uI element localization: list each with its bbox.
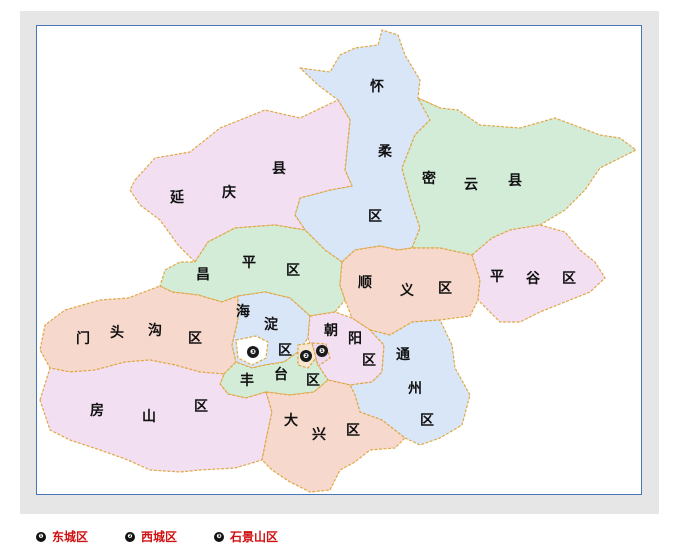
legend-label-xicheng: 西城区 (141, 530, 178, 544)
label-haidian-1: 海 (236, 304, 250, 320)
label-tongzhou-3: 区 (420, 413, 434, 429)
label-mentougou-2: 头 (110, 325, 124, 341)
label-mentougou-3: 沟 (148, 323, 162, 339)
label-yanqing-2: 庆 (222, 185, 236, 201)
label-tongzhou-2: 州 (408, 381, 422, 397)
legend-item-xicheng: ❷ 西城区 (125, 528, 177, 545)
label-shunyi-3: 区 (438, 281, 452, 297)
label-miyun-3: 县 (508, 173, 522, 189)
label-pinggu-2: 谷 (526, 271, 540, 287)
label-pinggu-3: 区 (562, 271, 576, 287)
label-changping-1: 昌 (196, 267, 210, 283)
label-haidian-2: 淀 (264, 317, 278, 333)
label-changping-3: 区 (286, 263, 300, 279)
label-tongzhou-1: 通 (396, 347, 410, 363)
legend-dot-3: ❸ (214, 531, 224, 542)
label-fengtai-2: 台 (274, 367, 288, 383)
label-fengtai-3: 区 (306, 373, 320, 389)
label-fengtai-1: 丰 (240, 373, 254, 389)
label-pinggu-1: 平 (490, 269, 504, 285)
label-daxing-3: 区 (346, 423, 360, 439)
label-fangshan-1: 房 (90, 403, 104, 419)
legend-item-shijingshan: ❸ 石景山区 (214, 528, 278, 545)
label-mentougou-4: 区 (188, 331, 202, 347)
label-yanqing-1: 延 (170, 190, 184, 206)
label-mentougou-1: 门 (76, 331, 90, 347)
label-miyun-1: 密 (422, 171, 436, 187)
label-fangshan-2: 山 (142, 409, 156, 425)
legend-item-dongcheng: ❶ 东城区 (36, 528, 88, 545)
legend-label-dongcheng: 东城区 (52, 530, 89, 544)
label-daxing-1: 大 (284, 413, 298, 429)
label-huairou-1: 怀 (370, 79, 384, 95)
label-changping-2: 平 (242, 255, 256, 271)
label-chaoyang-1: 朝 (324, 323, 338, 339)
label-yanqing-3: 县 (272, 161, 286, 177)
label-chaoyang-2: 阳 (348, 331, 362, 347)
label-haidian-3: 区 (278, 343, 292, 359)
label-daxing-2: 兴 (312, 427, 326, 443)
marker-dongcheng[interactable]: ❶ (316, 345, 328, 357)
label-huairou-3: 区 (368, 209, 382, 225)
legend-label-shijingshan: 石景山区 (230, 530, 279, 544)
marker-shijingshan[interactable]: ❸ (247, 346, 259, 358)
marker-xicheng[interactable]: ❷ (300, 350, 312, 362)
label-fangshan-3: 区 (194, 399, 208, 415)
label-shunyi-1: 顺 (358, 275, 372, 291)
label-shunyi-2: 义 (400, 283, 414, 299)
label-miyun-2: 云 (464, 177, 478, 193)
label-huairou-2: 柔 (378, 144, 392, 160)
label-chaoyang-3: 区 (362, 353, 376, 369)
legend-dot-1: ❶ (36, 531, 46, 542)
legend-dot-2: ❷ (125, 531, 135, 542)
